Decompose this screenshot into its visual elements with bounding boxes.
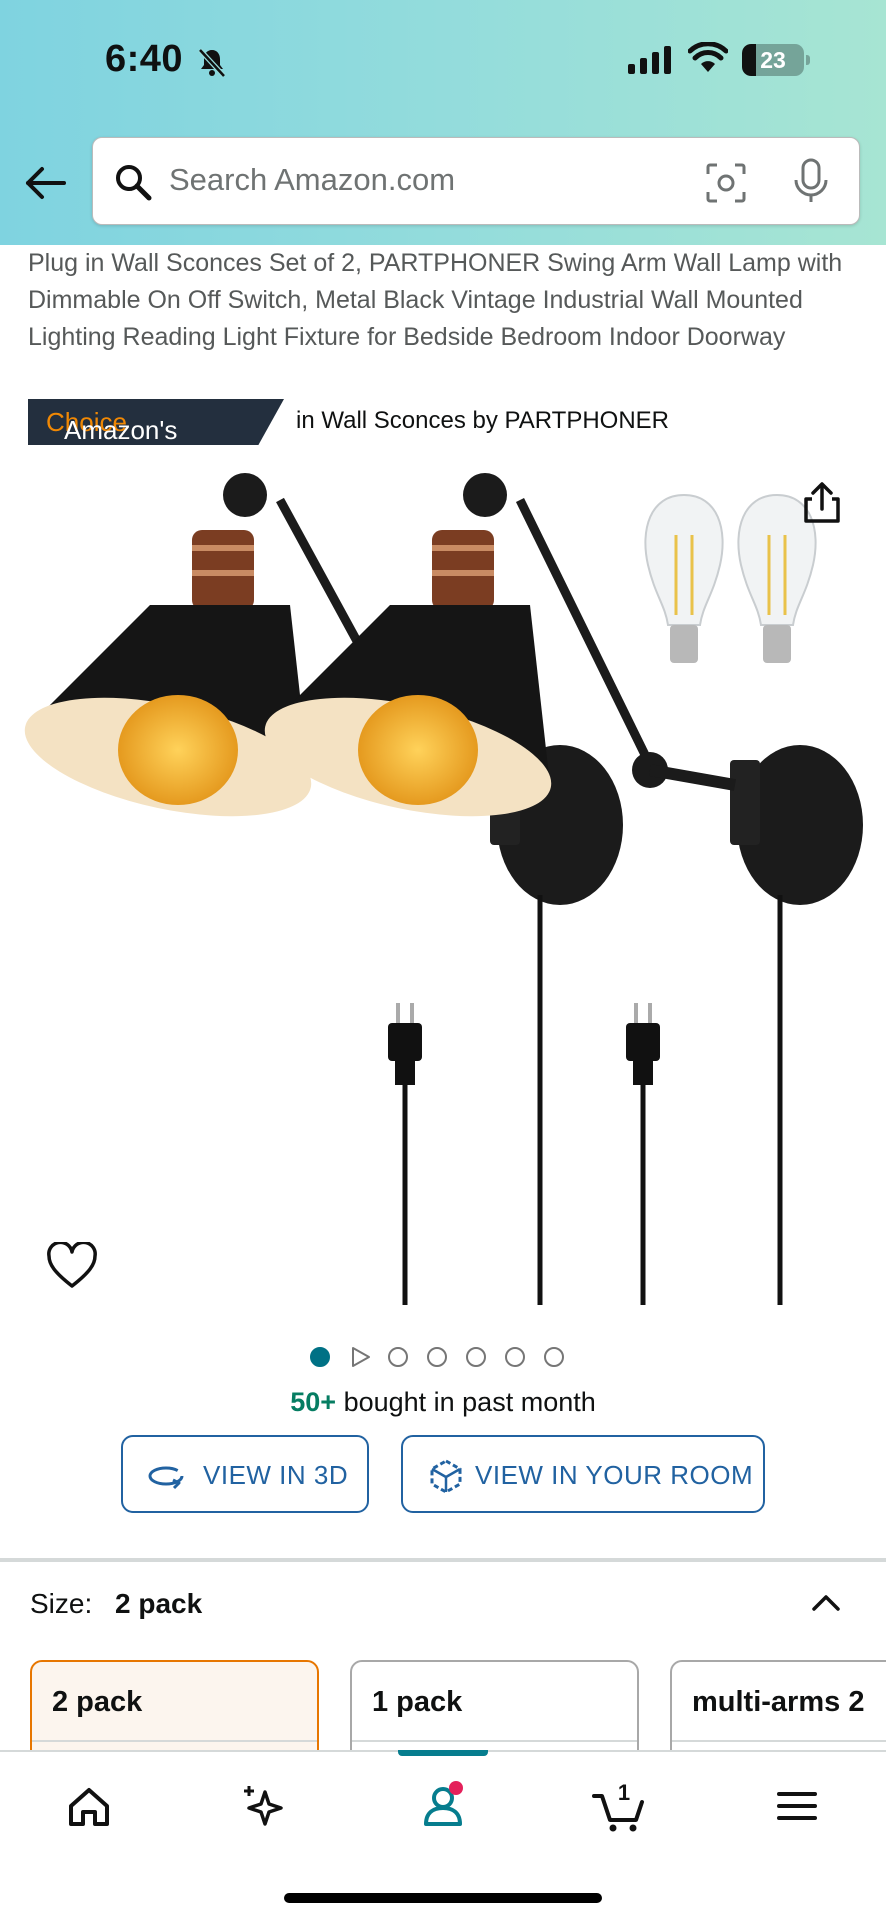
status-time: 6:40 [105, 38, 184, 80]
badge-prefix: Amazon's [64, 415, 178, 445]
pager-dot[interactable] [427, 1347, 447, 1367]
pager-dot[interactable] [544, 1347, 564, 1367]
pager-dot[interactable] [505, 1347, 525, 1367]
pager-dot[interactable] [310, 1347, 330, 1367]
size-label: Size: [30, 1588, 93, 1619]
wifi-icon [688, 42, 728, 72]
badge-category[interactable]: in Wall Sconces by PARTPHONER [296, 407, 669, 435]
cell-signal-icon [628, 46, 671, 74]
microphone-icon[interactable] [791, 158, 831, 204]
sparkle-icon[interactable] [235, 1776, 295, 1836]
status-bar: 6:40 23 [0, 0, 886, 120]
active-tab-indicator [398, 1750, 488, 1756]
cart-count: 1 [618, 1780, 630, 1805]
amazons-choice-row[interactable]: Amazon's Choice in Wall Sconces by PARTP… [28, 399, 858, 445]
silent-bell-icon [198, 48, 226, 78]
ar-cube-icon [430, 1459, 462, 1494]
home-icon[interactable] [59, 1776, 119, 1836]
menu-icon[interactable] [767, 1776, 827, 1836]
video-play-icon[interactable] [349, 1346, 371, 1368]
view-in-your-room-label: VIEW IN YOUR ROOM [475, 1460, 754, 1490]
product-image[interactable] [0, 455, 886, 1315]
size-selector-header[interactable]: Size: 2 pack [30, 1588, 860, 1628]
card-divider [352, 1740, 637, 1742]
notification-dot [449, 1781, 463, 1795]
cart-icon[interactable]: 1 [590, 1776, 650, 1836]
image-pager[interactable] [310, 1344, 580, 1370]
wishlist-heart-icon[interactable] [46, 1242, 98, 1290]
size-option-label: 2 pack [52, 1686, 143, 1718]
size-option-label: multi-arms 2 [692, 1686, 865, 1718]
section-divider [0, 1558, 886, 1562]
view-in-your-room-button[interactable]: VIEW IN YOUR ROOM [401, 1435, 765, 1513]
search-bar[interactable]: Search Amazon.com [92, 137, 860, 225]
amazons-choice-badge: Amazon's Choice [28, 399, 284, 445]
battery-icon: 23 [742, 44, 810, 76]
account-icon[interactable] [413, 1776, 473, 1836]
battery-percent: 23 [760, 47, 786, 73]
search-icon [116, 165, 152, 201]
size-selected-value: 2 pack [115, 1588, 203, 1619]
camera-scan-icon[interactable] [705, 162, 747, 204]
home-indicator[interactable] [284, 1893, 602, 1903]
rotate-3d-icon [148, 1466, 184, 1490]
product-title[interactable]: Plug in Wall Sconces Set of 2, PARTPHONE… [28, 245, 858, 356]
view-in-3d-label: VIEW IN 3D [203, 1460, 349, 1490]
share-icon[interactable] [800, 481, 844, 525]
bought-text: bought in past month [336, 1387, 596, 1417]
pager-dot[interactable] [466, 1347, 486, 1367]
search-input[interactable]: Search Amazon.com [169, 162, 455, 198]
bought-in-past-month: 50+ bought in past month [0, 1387, 886, 1418]
chevron-up-icon[interactable] [808, 1585, 844, 1621]
card-divider [672, 1740, 886, 1742]
pager-dot[interactable] [388, 1347, 408, 1367]
back-arrow-icon[interactable] [22, 160, 68, 206]
card-divider [32, 1740, 317, 1742]
bought-count: 50+ [290, 1387, 337, 1417]
size-option-label: 1 pack [372, 1686, 463, 1718]
view-in-3d-button[interactable]: VIEW IN 3D [121, 1435, 369, 1513]
